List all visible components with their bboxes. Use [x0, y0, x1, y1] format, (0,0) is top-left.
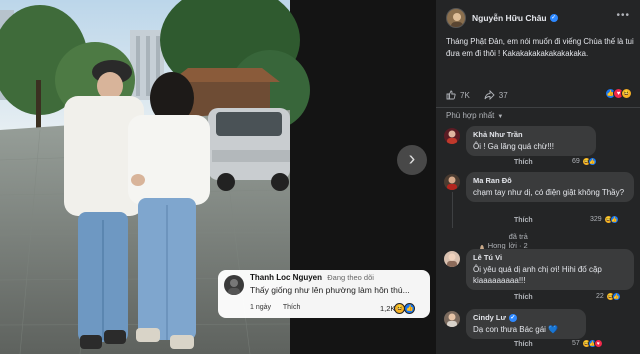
comment-text: Ôi ! Ga lăng quá chừ!!!: [473, 142, 554, 151]
commenter-name[interactable]: Ma Ran Đô: [473, 176, 627, 185]
like-reaction-icon: 👍: [609, 215, 619, 224]
commenter-avatar[interactable]: [444, 174, 460, 190]
overlay-comment-time[interactable]: 1 ngày: [250, 304, 271, 311]
overlay-reaction-count: 1,2K: [380, 304, 396, 313]
like-button[interactable]: 7K: [446, 90, 470, 100]
commenter-avatar[interactable]: [444, 251, 460, 267]
verified-badge-icon: ✓: [508, 314, 517, 323]
verified-badge-icon: ✓: [549, 14, 558, 22]
overlay-follow-status: Đang theo dõi: [327, 273, 374, 282]
post-reactions-summary[interactable]: 👍 ♥ 😆: [605, 88, 632, 99]
post-author-row: Nguyễn Hữu Châu ✓: [446, 8, 558, 28]
comment-reactions[interactable]: 329 😆 👍: [590, 215, 619, 224]
comment-reaction-count: 69: [572, 158, 580, 165]
like-count: 7K: [460, 90, 470, 100]
comment-reactions[interactable]: 57 😆 👍 ♥: [572, 339, 603, 348]
next-photo-button[interactable]: ›: [397, 145, 427, 175]
author-avatar[interactable]: [446, 8, 466, 28]
overlay-comment-author[interactable]: Thanh Loc Nguyen: [250, 273, 322, 282]
divider: [436, 107, 640, 108]
overlay-comment-avatar[interactable]: [224, 275, 244, 295]
sort-label: Phù hợp nhất: [446, 111, 495, 120]
comment-reaction-count: 329: [590, 216, 602, 223]
commenter-name[interactable]: Lê Tú Vi: [473, 253, 627, 262]
thumbs-up-icon: [446, 90, 456, 100]
overlay-comment-like-button[interactable]: Thích: [283, 304, 301, 311]
comment-reactions[interactable]: 69 😆 👍: [572, 157, 597, 166]
comment-reaction-count: 22: [596, 293, 604, 300]
comment-bubble: Cindy Lư ✓ Dạ con thưa Bác gái 💙: [466, 309, 586, 340]
like-reaction-icon: 👍: [404, 303, 416, 314]
post-stats: 7K 37 👍 ♥ 😆: [446, 88, 636, 102]
commenter-avatar[interactable]: [444, 311, 460, 327]
share-button[interactable]: 37: [484, 90, 508, 100]
comment-reactions[interactable]: 22 😆 👍: [596, 292, 621, 301]
post-details-panel: Nguyễn Hữu Châu ✓ ••• Tháng Phật Đản, em…: [436, 0, 640, 354]
comment-like-button[interactable]: Thích: [514, 159, 533, 166]
comment-like-button[interactable]: Thích: [514, 217, 533, 224]
comment-bubble: Ma Ran Đô chạm tay như dị, có điện giật …: [466, 172, 634, 202]
share-count: 37: [498, 90, 508, 100]
chevron-down-icon: ▼: [497, 114, 504, 120]
comment-bubble: Lê Tú Vi Ôi yêu quá dị anh chị ơi! Hihi …: [466, 249, 634, 290]
thread-line: [452, 192, 453, 228]
overlay-comment-reactions[interactable]: 1,2K 😆 👍: [380, 303, 416, 314]
post-photo[interactable]: › Thanh Loc Nguyen Đang theo dõi Thấy gi…: [0, 0, 436, 354]
haha-reaction-icon: 😆: [621, 88, 632, 99]
commenter-avatar[interactable]: [444, 128, 460, 144]
share-icon: [484, 90, 495, 100]
chevron-right-icon: ›: [408, 148, 416, 170]
comment-sort-dropdown[interactable]: Phù hợp nhất ▼: [446, 111, 503, 120]
like-reaction-icon: 👍: [587, 157, 597, 166]
comment-like-button[interactable]: Thích: [514, 294, 533, 301]
comment-text: Ôi yêu quá dị anh chị ơi! Hihi đố cặp ki…: [473, 265, 602, 285]
love-reaction-icon: ♥: [593, 339, 603, 348]
like-reaction-icon: 👍: [611, 292, 621, 301]
comment-reaction-count: 57: [572, 340, 580, 347]
commenter-name[interactable]: Cindy Lư: [473, 313, 506, 322]
comment-like-button[interactable]: Thích: [514, 341, 533, 348]
commenter-name[interactable]: Khả Như Trần: [473, 130, 589, 139]
comment-bubble: Khả Như Trần Ôi ! Ga lăng quá chừ!!!: [466, 126, 596, 156]
comment-text: chạm tay như dị, có điện giật không Thầy…: [473, 188, 625, 197]
more-options-icon[interactable]: •••: [616, 10, 630, 21]
post-author-name[interactable]: Nguyễn Hữu Châu: [472, 13, 547, 23]
overlay-comment-text: Thấy giống như lên phường làm hôn thú...: [250, 285, 410, 295]
comment-text: Dạ con thưa Bác gái 💙: [473, 325, 559, 335]
post-caption: Tháng Phật Đản, em nói muốn đi viếng Chù…: [446, 37, 634, 58]
